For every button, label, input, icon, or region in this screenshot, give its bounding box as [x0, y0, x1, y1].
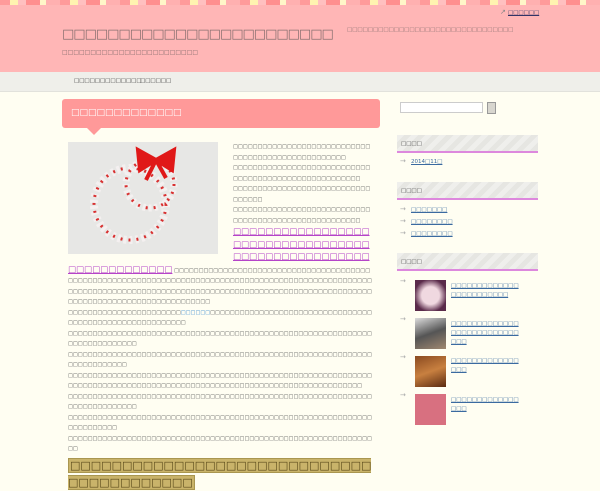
paragraph: □□□□□□□□□□□□□□□□□□□□□□□□□□□□□□□□□□□□□□□□…: [68, 372, 372, 390]
nav-bar: □□□□□□□□□□□□□ □□□□□□: [0, 72, 600, 92]
post-content: □□□□□□□□□□□□□□□□□□□□□□□□□□□□□□□□□□□□□□□□…: [68, 142, 374, 491]
category-link[interactable]: □□□□□□□□: [411, 231, 453, 237]
site-title[interactable]: □□□□□□□□□□□□□□□□□□□□□□□□: [62, 27, 334, 42]
paragraph: □□□□□□□□□□□□□□□□□□□□□□□: [68, 309, 181, 316]
archive-link[interactable]: 2014□11□: [411, 159, 442, 165]
post-thumbnail[interactable]: [415, 280, 446, 311]
search-button[interactable]: [487, 102, 496, 114]
nav-item-1[interactable]: □□□□□□□□□□□□□: [74, 78, 142, 84]
post-thumbnail[interactable]: [415, 318, 446, 349]
paragraph: □□□□□□□□□□□□□□□□□□□□□□□□□□□□□□□□□□□□□□□□…: [68, 351, 372, 369]
post-title: □□□□□□□□□□□□□: [62, 99, 380, 135]
arrow-icon: →: [400, 391, 406, 399]
highlighted-heading: □□□□□□□□□□□□□□□□□□□□□□□□□□□□□□□□□□□□□□□□…: [68, 457, 372, 490]
site-header: □□□□□□□□□□□□□□□□□□□□□□□□ □□□□□□□□□□□□□□□…: [0, 5, 600, 72]
search-input[interactable]: [400, 102, 483, 113]
paragraph: □□□□□□□□□□□□□□□□□□□□□□□□□□□□□□□□□□□□□□□□…: [68, 435, 372, 453]
arrow-icon: →: [400, 157, 406, 165]
arrow-icon: →: [400, 353, 406, 361]
header-note: □□□□□□□□□□□□□□□□□□□□□□□□□□□□□□□□: [347, 27, 514, 33]
recent-heading: □□□□: [397, 253, 538, 271]
arrow-icon: →: [400, 277, 406, 285]
paragraph: □□□□□□□□□□□□□□□□□□□□□□□□□□□□□□□□□□□□□□□□…: [68, 414, 372, 432]
site-description: □□□□□□□□□□□□□□□□□□□□□□□□: [62, 49, 199, 56]
category-link[interactable]: □□□□□□□: [411, 207, 447, 213]
arrow-icon: →: [400, 217, 406, 225]
arrow-icon: ↗: [500, 8, 506, 16]
arrow-icon: →: [400, 205, 406, 213]
paragraph: □□□□□□□□□□□□□□□□□□□□□□□□□□□□□□□□□□□□□□□□…: [68, 330, 372, 348]
archive-heading: □□□□: [397, 135, 538, 153]
recent-post-link[interactable]: □□□□□□□□□□□□□□□□: [451, 357, 523, 375]
recent-post-link[interactable]: □□□□□□□□□□□□□□□□□□□□□□□□: [451, 282, 523, 300]
inline-link[interactable]: □□□□□□: [181, 310, 210, 316]
category-heading: □□□□: [397, 182, 538, 200]
arrow-icon: →: [400, 315, 406, 323]
post-thumbnail[interactable]: [415, 394, 446, 425]
recent-post-link[interactable]: □□□□□□□□□□□□□□□□: [451, 396, 523, 414]
category-link[interactable]: □□□□□□□□: [411, 219, 453, 225]
nav-item-2[interactable]: □□□□□□: [140, 78, 171, 84]
paragraph: □□□□□□□□□□□□□□□□□□□□□□□□□□□□□□□□□□□□□□□□…: [68, 393, 372, 411]
post-thumbnail[interactable]: [415, 356, 446, 387]
recent-post-link[interactable]: □□□□□□□□□□□□□□□□□□□□□□□□□□□□□: [451, 320, 523, 347]
arrow-icon: →: [400, 229, 406, 237]
top-link[interactable]: □□□□□□: [508, 10, 539, 16]
